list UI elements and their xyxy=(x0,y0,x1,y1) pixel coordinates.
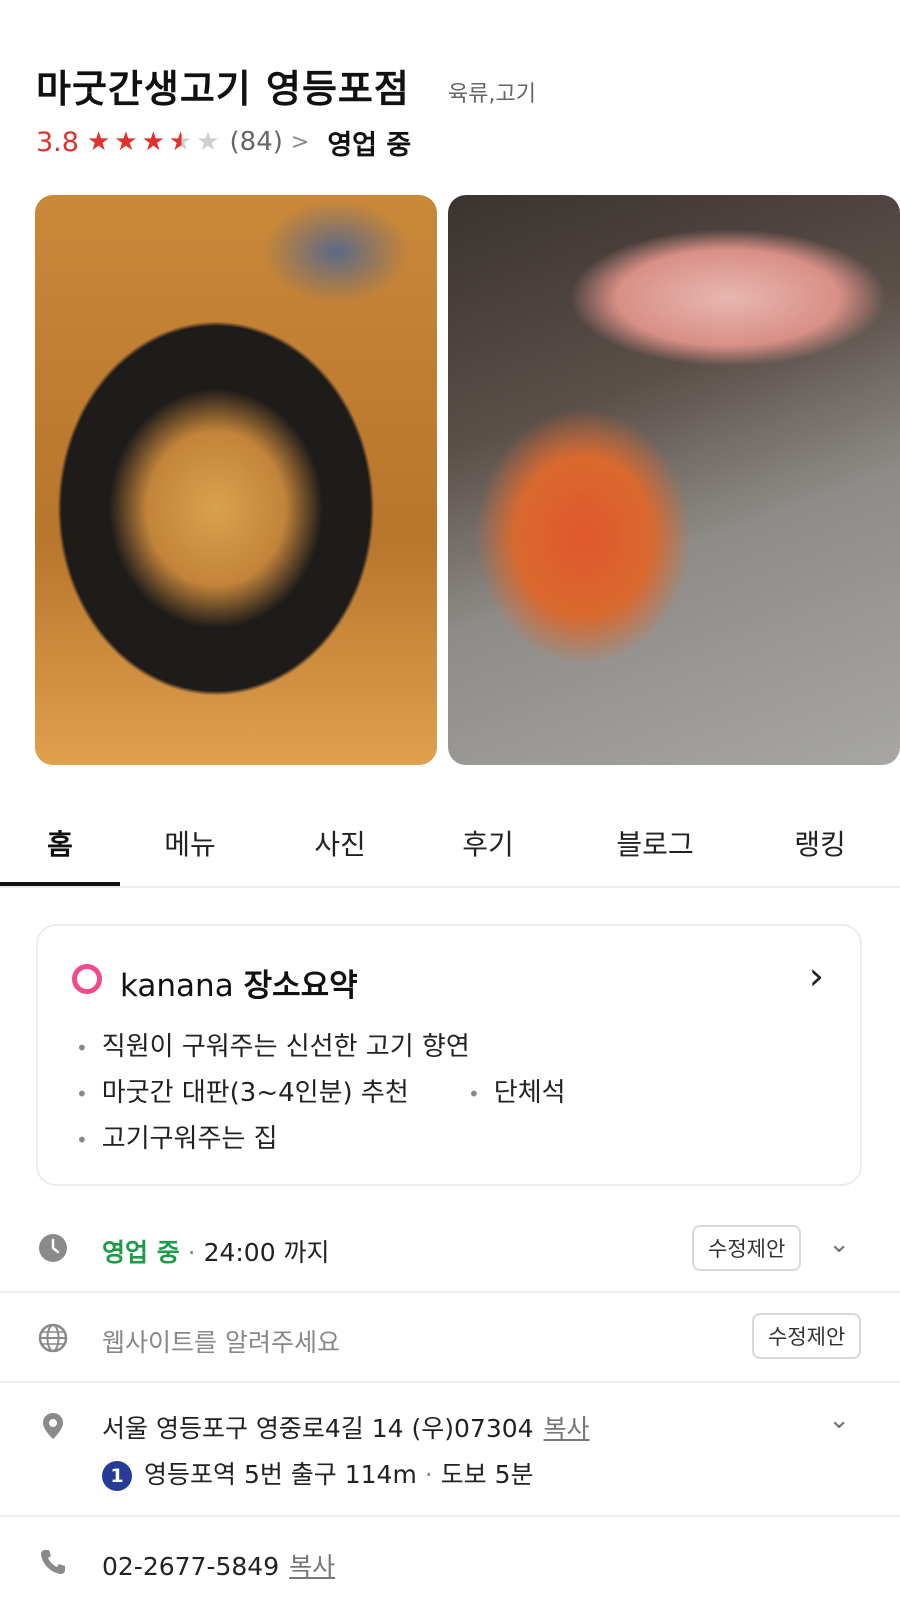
summary-item: • 고기구워주는 집 xyxy=(76,1124,278,1154)
active-tab-indicator xyxy=(0,882,120,886)
location-pin-icon xyxy=(43,1413,63,1439)
summary-heading: 장소요약 xyxy=(243,968,358,1004)
photo-grill[interactable] xyxy=(448,195,900,765)
chevron-right-icon[interactable]: › xyxy=(809,954,824,998)
copy-phone-link[interactable]: 복사 xyxy=(289,1552,335,1581)
rating-row[interactable]: 3.8 ★ ★ ★ ★ ★ (84) > 영업 중 xyxy=(36,122,411,162)
tab-ranking[interactable]: 랭킹 xyxy=(760,800,880,886)
star-icon: ★ xyxy=(114,127,138,157)
phone-row[interactable]: 02-2677-5849 복사 xyxy=(0,1517,900,1599)
phone-icon xyxy=(41,1550,65,1574)
subway-info: 1 영등포역 5번 출구 114m · 도보 5분 xyxy=(102,1455,534,1491)
hours-text: 영업 중 · 24:00 까지 xyxy=(102,1238,330,1267)
summary-card-title: kanana 장소요약 xyxy=(120,960,358,1005)
photo-stew[interactable] xyxy=(35,195,437,765)
tab-blog[interactable]: 블로그 xyxy=(590,800,720,886)
subway-line-badge: 1 xyxy=(102,1461,132,1491)
tab-photos[interactable]: 사진 xyxy=(280,800,400,886)
place-title: 마굿간생고기 영등포점 xyxy=(36,67,410,111)
place-summary-card[interactable]: kanana 장소요약 › • 직원이 구워주는 신선한 고기 향연 • 마굿간 대… xyxy=(36,924,862,1186)
place-category: 육류,고기 xyxy=(448,82,536,107)
chevron-right-icon: > xyxy=(290,129,310,155)
suggest-edit-button[interactable]: 수정제안 xyxy=(692,1225,802,1271)
chevron-down-icon[interactable]: ⌄ xyxy=(828,1229,850,1259)
summary-item: • 단체석 xyxy=(468,1078,566,1108)
kanana-logo-icon xyxy=(72,964,102,994)
website-placeholder[interactable]: 웹사이트를 알려주세요 xyxy=(102,1323,340,1359)
star-half-icon: ★ xyxy=(168,127,193,157)
tab-home[interactable]: 홈 xyxy=(0,800,120,886)
star-icon: ★ xyxy=(141,127,165,157)
copy-address-link[interactable]: 복사 xyxy=(544,1414,590,1443)
tab-bar: 홈 메뉴 사진 후기 블로그 랭킹 xyxy=(0,800,900,888)
tab-reviews[interactable]: 후기 xyxy=(428,800,548,886)
summary-item: • 마굿간 대판(3~4인분) 추천 xyxy=(76,1078,409,1108)
review-count[interactable]: (84) xyxy=(230,127,283,157)
website-row[interactable]: 웹사이트를 알려주세요 수정제안 xyxy=(0,1293,900,1383)
star-icon: ★ xyxy=(86,127,111,157)
kanana-brand: kanana xyxy=(120,968,234,1004)
address-text: 서울 영등포구 영중로4길 14 (우)07304 복사 xyxy=(102,1414,590,1443)
hours-row[interactable]: 영업 중 · 24:00 까지 수정제안 ⌄ xyxy=(0,1205,900,1293)
open-status: 영업 중 xyxy=(327,129,412,161)
phone-text: 02-2677-5849 복사 xyxy=(102,1547,335,1583)
clock-icon xyxy=(39,1234,67,1262)
globe-icon xyxy=(38,1323,68,1353)
suggest-edit-button[interactable]: 수정제안 xyxy=(752,1313,862,1359)
address-row[interactable]: 서울 영등포구 영중로4길 14 (우)07304 복사 ⌄ 1 영등포역 5번 출… xyxy=(0,1383,900,1517)
summary-item: • 직원이 구워주는 신선한 고기 향연 xyxy=(76,1032,470,1062)
tab-menu[interactable]: 메뉴 xyxy=(130,800,250,886)
phone-number[interactable]: 02-2677-5849 xyxy=(102,1552,279,1581)
rating-score: 3.8 xyxy=(36,126,79,158)
chevron-down-icon[interactable]: ⌄ xyxy=(828,1405,850,1435)
star-empty-icon: ★ xyxy=(196,127,220,157)
